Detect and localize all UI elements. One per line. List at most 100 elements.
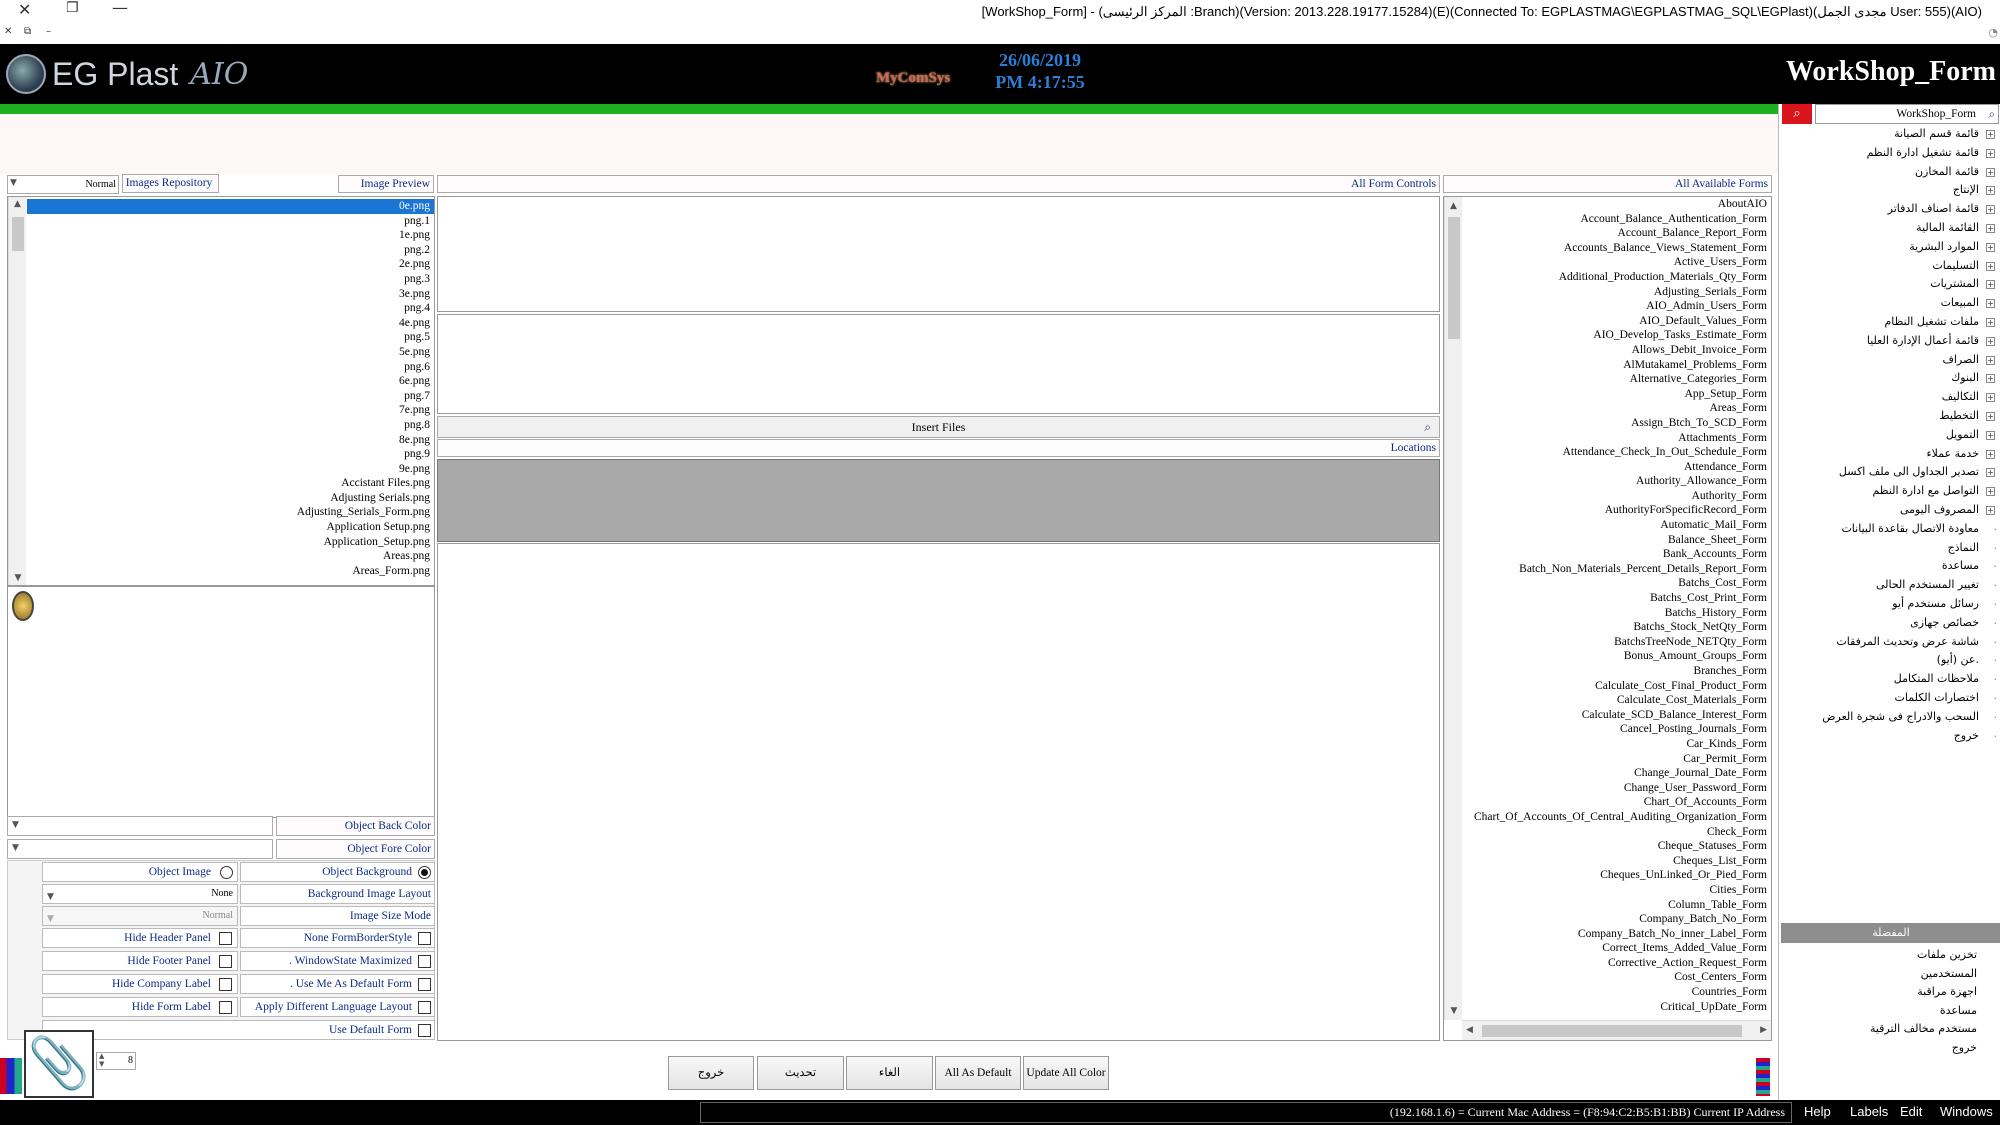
form-list-item[interactable]: Automatic_Mail_Form — [1464, 518, 1771, 533]
tree-item[interactable]: البنوك + — [1779, 369, 2000, 388]
back-color-combo[interactable]: ▼ — [7, 816, 273, 836]
exit-button[interactable]: خروج — [668, 1056, 754, 1090]
tree-item[interactable]: المشتريات + — [1779, 275, 2000, 294]
mdi-minimize-icon[interactable]: – — [46, 26, 51, 37]
image-list-item[interactable]: Areas_Form.png — [27, 564, 434, 579]
use-me-default-checkbox[interactable] — [418, 978, 431, 991]
cancel-button[interactable]: الغاء — [846, 1056, 933, 1090]
tree-item[interactable]: المبيعات + — [1779, 294, 2000, 313]
close-icon[interactable]: ✕ — [18, 0, 31, 19]
minimize-icon[interactable]: — — [112, 0, 128, 17]
tree-item[interactable]: الإنتاج + — [1779, 181, 2000, 200]
search-icon[interactable]: ⌕ — [1782, 104, 1812, 124]
scroll-down-icon[interactable]: ▼ — [9, 573, 27, 583]
form-list-item[interactable]: Authority_Allowance_Form — [1464, 474, 1771, 489]
form-list-item[interactable]: Bonus_Amount_Groups_Form — [1464, 649, 1771, 664]
image-list-item[interactable]: 1e.png — [27, 228, 434, 243]
form-list-item[interactable]: Active_Users_Form — [1464, 255, 1771, 270]
object-image-radio[interactable] — [220, 866, 233, 879]
locations-grid[interactable] — [437, 459, 1440, 542]
images-list[interactable]: ▲ ▼ 0e.png png.1 1e.png png.2 2e.png png.3 3e.… — [7, 196, 435, 586]
favorite-item[interactable]: اجهزة مراقبة — [1779, 983, 2000, 1002]
form-list-item[interactable]: Countries_Form — [1464, 985, 1771, 1000]
expand-plus-icon[interactable]: + — [1986, 261, 1995, 271]
form-list-item[interactable]: AuthorityForSpecificRecord_Form — [1464, 503, 1771, 518]
object-image-option[interactable]: Object Image — [42, 862, 238, 882]
tree-item[interactable]: قائمة أعمال الإدارة العليا + — [1779, 332, 2000, 351]
tree-item[interactable]: قائمة قسم الصيانة + — [1779, 125, 2000, 144]
form-list-item[interactable]: Change_User_Password_Form — [1464, 781, 1771, 796]
hide-company-label-checkbox[interactable] — [219, 978, 232, 991]
form-list-item[interactable]: AIO_Admin_Users_Form — [1464, 299, 1771, 314]
scroll-right-icon[interactable]: ▶ — [1760, 1025, 1767, 1035]
use-default-form-option[interactable]: Use Default Form — [42, 1020, 435, 1040]
object-background-option[interactable]: Object Background — [240, 862, 435, 882]
favorite-item[interactable]: خروج — [1779, 1039, 2000, 1058]
images-repository-button[interactable]: Images Repository — [122, 174, 219, 193]
tree-item[interactable]: عن (أيو). · — [1779, 651, 2000, 670]
window-state-maximized-option[interactable]: . WindowState Maximized — [240, 951, 435, 971]
form-list-item[interactable]: Calculate_SCD_Balance_Interest_Form — [1464, 708, 1771, 723]
scroll-left-icon[interactable]: ◀ — [1466, 1025, 1473, 1035]
tree-item[interactable]: النماذج · — [1779, 539, 2000, 558]
images-list-scrollbar[interactable]: ▲ ▼ — [8, 197, 26, 585]
form-list-item[interactable]: Account_Balance_Report_Form — [1464, 226, 1771, 241]
forms-list-vscrollbar[interactable]: ▲ ▼ — [1444, 197, 1462, 1020]
tree-item[interactable]: اختصارات الكلمات · — [1779, 689, 2000, 708]
hide-footer-panel-option[interactable]: Hide Footer Panel — [42, 951, 238, 971]
image-list-item[interactable]: Application Setup.png — [27, 520, 434, 535]
object-background-radio[interactable] — [418, 866, 431, 879]
image-list-item[interactable]: 3e.png — [27, 287, 434, 302]
image-list-item[interactable]: png.8 — [27, 418, 434, 433]
tree-item[interactable]: الصراف + — [1779, 351, 2000, 370]
form-list-item[interactable]: Accounts_Balance_Views_Statement_Form — [1464, 241, 1771, 256]
tree-item[interactable]: شاشة عرض وتحديث المرفقات · — [1779, 633, 2000, 652]
expand-plus-icon[interactable]: + — [1986, 355, 1995, 365]
form-list-item[interactable]: Cheques_List_Form — [1464, 854, 1771, 869]
image-list-item[interactable]: 9e.png — [27, 462, 434, 477]
image-list-item[interactable]: Adjusting_Serials_Form.png — [27, 505, 434, 520]
tree-item[interactable]: تغيير المستخدم الحالى · — [1779, 576, 2000, 595]
tree-item[interactable]: خروج · — [1779, 727, 2000, 746]
tree-item[interactable]: التكاليف + — [1779, 388, 2000, 407]
form-list-item[interactable]: Batchs_Stock_NetQty_Form — [1464, 620, 1771, 635]
magnifier-icon[interactable]: ⌕ — [1989, 105, 1995, 123]
expand-plus-icon[interactable]: + — [1986, 374, 1995, 384]
image-list-item[interactable]: png.4 — [27, 301, 434, 316]
form-list-item[interactable]: Branches_Form — [1464, 664, 1771, 679]
form-list-item[interactable]: Areas_Form — [1464, 401, 1771, 416]
expand-plus-icon[interactable]: + — [1986, 280, 1995, 290]
image-list-item[interactable]: 4e.png — [27, 316, 434, 331]
form-list-item[interactable]: BatchsTreeNode_NETQty_Form — [1464, 635, 1771, 650]
form-list-item[interactable]: Attendance_Form — [1464, 460, 1771, 475]
tree-item[interactable]: تصدير الجداول الى ملف اكسل + — [1779, 463, 2000, 482]
expand-plus-icon[interactable]: + — [1986, 223, 1995, 233]
form-list-item[interactable]: Batch_Non_Materials_Percent_Details_Repo… — [1464, 562, 1771, 577]
form-list-item[interactable]: AboutAIO — [1464, 197, 1771, 212]
image-list-item[interactable]: png.9 — [27, 447, 434, 462]
stepper-arrows-icon[interactable]: ▲ ▼ — [99, 1052, 104, 1068]
form-list-item[interactable]: Column_Table_Form — [1464, 898, 1771, 913]
form-list-item[interactable]: Cities_Form — [1464, 883, 1771, 898]
sidebar-search-input[interactable]: WorkShop_Form ⌕ — [1815, 104, 1999, 124]
use-default-form-checkbox[interactable] — [418, 1024, 431, 1037]
window-state-maximized-checkbox[interactable] — [418, 955, 431, 968]
tree-item[interactable]: ملاحظات المتكامل · — [1779, 670, 2000, 689]
image-list-item[interactable]: 0e.png — [27, 199, 434, 214]
form-list-item[interactable]: Calculate_Cost_Final_Product_Form — [1464, 679, 1771, 694]
image-list-item[interactable]: png.1 — [27, 214, 434, 229]
update-button[interactable]: تحديث — [757, 1056, 844, 1090]
hide-header-panel-checkbox[interactable] — [219, 932, 232, 945]
image-list-item[interactable]: 7e.png — [27, 403, 434, 418]
form-list-item[interactable]: Chart_Of_Accounts_Form — [1464, 795, 1771, 810]
form-list-item[interactable]: App_Setup_Form — [1464, 387, 1771, 402]
image-list-item[interactable]: Application_Setup.png — [27, 535, 434, 550]
tree-item[interactable]: خدمة عملاء + — [1779, 445, 2000, 464]
expand-plus-icon[interactable]: + — [1986, 449, 1995, 459]
menu-windows[interactable]: Windows — [1940, 1104, 1993, 1119]
form-list-item[interactable]: Alternative_Categories_Form — [1464, 372, 1771, 387]
hide-footer-panel-checkbox[interactable] — [219, 955, 232, 968]
all-as-default-button[interactable]: All As Default — [935, 1056, 1021, 1090]
form-list-item[interactable]: Additional_Production_Materials_Qty_Form — [1464, 270, 1771, 285]
expand-plus-icon[interactable]: + — [1986, 130, 1995, 139]
